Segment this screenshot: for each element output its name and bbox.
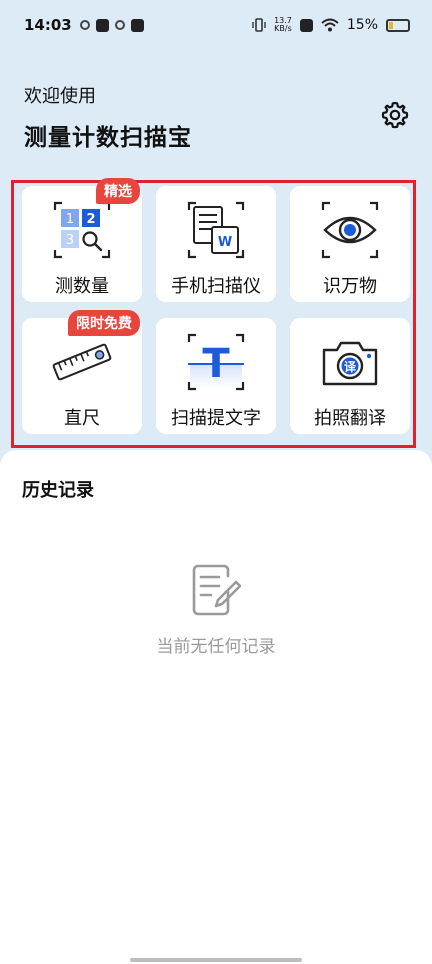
badge-limited-free: 限时免费 — [68, 310, 140, 336]
notification-icon — [95, 18, 109, 32]
word-letter: W — [218, 235, 232, 250]
battery-icon — [386, 18, 410, 32]
vibrate-icon — [252, 18, 266, 32]
text-scan-letter: T — [202, 341, 230, 387]
tiktok-icon — [130, 18, 144, 32]
tool-label: 手机扫描仪 — [171, 276, 261, 297]
history-title: 历史记录 — [22, 480, 94, 501]
wifi-icon — [321, 18, 339, 32]
translate-char: 译 — [344, 360, 357, 374]
camera-translate-icon: 译 — [322, 341, 378, 386]
ruler-icon — [52, 343, 112, 381]
status-bar: 14:03 13.7 KB/s 15% — [0, 0, 432, 50]
count-digit: 1 — [66, 212, 74, 227]
tool-label: 测数量 — [55, 276, 109, 297]
welcome-text: 欢迎使用 — [24, 86, 96, 107]
empty-text: 当前无任何记录 — [156, 637, 276, 657]
tool-label: 扫描提文字 — [171, 408, 261, 429]
text-scan-icon: T — [187, 333, 245, 391]
gear-icon[interactable] — [380, 100, 410, 130]
notification-icon — [114, 20, 125, 30]
notification-icon — [79, 20, 90, 30]
tool-photo-translate[interactable]: 译 拍照翻译 — [290, 318, 410, 434]
net-speed: 13.7 KB/s — [274, 17, 292, 33]
count-digit: 3 — [66, 233, 74, 248]
tool-label: 直尺 — [64, 408, 100, 429]
status-right: 13.7 KB/s 15% — [252, 17, 410, 33]
net-speed-unit: KB/s — [274, 24, 292, 33]
tools-grid: 1 2 3 测数量 精选 W 手机扫描仪 识万物 直尺 限时免费 T 扫描提文字… — [11, 178, 416, 448]
battery-percent: 15% — [346, 17, 378, 33]
tool-label: 拍照翻译 — [314, 408, 386, 429]
app-title: 测量计数扫描宝 — [24, 125, 192, 151]
tool-ruler[interactable]: 直尺 限时免费 — [22, 310, 142, 434]
badge-featured: 精选 — [96, 178, 140, 204]
tool-identify[interactable]: 识万物 — [290, 186, 410, 302]
home-indicator[interactable] — [130, 958, 302, 962]
eye-icon — [321, 201, 379, 259]
notification-icons — [79, 18, 144, 32]
empty-notes-icon — [192, 564, 242, 616]
count-digit: 2 — [86, 212, 95, 227]
history-panel: 历史记录 当前无任何记录 — [0, 450, 432, 964]
document-scan-icon: W — [187, 201, 245, 259]
tool-phone-scanner[interactable]: W 手机扫描仪 — [156, 186, 276, 302]
tool-label: 识万物 — [323, 276, 377, 297]
status-time: 14:03 — [24, 16, 72, 34]
no-sim-icon — [299, 18, 313, 32]
tool-text-scan[interactable]: T 扫描提文字 — [156, 318, 276, 434]
count-icon: 1 2 3 — [53, 201, 111, 259]
tool-count[interactable]: 1 2 3 测数量 精选 — [22, 178, 142, 302]
